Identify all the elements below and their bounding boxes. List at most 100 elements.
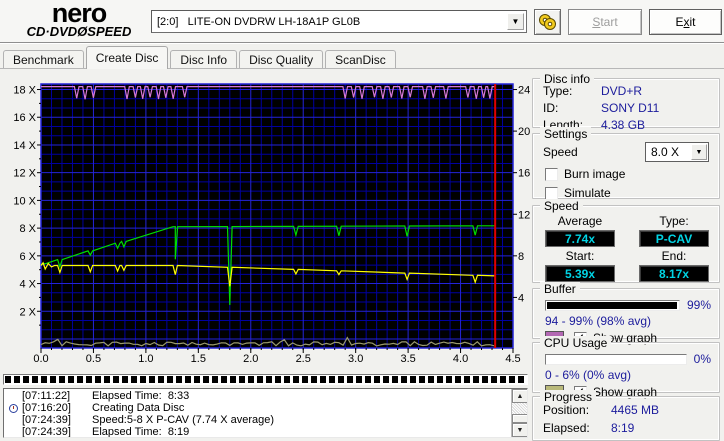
disc-info-group: Disc info Type: DVD+R ID: SONY D11 Lengt… — [532, 72, 720, 132]
svg-text:4: 4 — [518, 292, 524, 304]
svg-text:18 X: 18 X — [13, 85, 36, 97]
start-speed-label: Start: — [565, 249, 595, 263]
buffer-group: Buffer 99% 94 - 99% (98% avg) ✓ Show gra… — [532, 282, 720, 345]
cpu-range-text: 0 - 6% (0% avg) — [545, 368, 632, 382]
tab-create-disc[interactable]: Create Disc — [85, 46, 169, 69]
position-value: 4465 MB — [611, 403, 660, 417]
buffer-bar-row: 99% — [545, 298, 711, 312]
progress-group: Progress Position: 4465 MB Elapsed: 8:19 — [532, 390, 720, 441]
position-row: Position: 4465 MB — [543, 403, 719, 417]
scroll-up-icon[interactable]: ▲ — [512, 389, 527, 403]
simulate-label: Simulate — [564, 186, 611, 200]
svg-text:1.5: 1.5 — [191, 353, 206, 365]
speed-type-value: P-CAV — [639, 230, 709, 247]
average-speed-value: 7.74x — [545, 230, 615, 247]
speed-select-dropdown[interactable]: 8.0 X ▼ — [645, 142, 709, 162]
start-button[interactable]: Start — [568, 9, 642, 35]
cpu-progressbar — [545, 353, 687, 365]
exit-button[interactable]: Ex it — [649, 9, 722, 35]
svg-text:8: 8 — [518, 251, 524, 263]
tab-disc-info[interactable]: Disc Info — [170, 50, 238, 69]
settings-title: Settings — [540, 127, 592, 141]
svg-text:20: 20 — [518, 126, 530, 138]
tab-scandisc[interactable]: ScanDisc — [325, 50, 396, 69]
log-message: Elapsed Time: 8:19 — [92, 426, 190, 438]
end-speed-label: End: — [661, 249, 687, 263]
log-message: Creating Data Disc — [92, 402, 185, 414]
scrollbar-thumb[interactable] — [512, 414, 527, 423]
svg-text:3.5: 3.5 — [400, 353, 415, 365]
nero-cd-dvd-speed-window: { "header": { "logo_line1": "nero", "log… — [0, 0, 724, 441]
end-speed-value: 8.17x — [639, 265, 709, 282]
cpu-bar-row: 0% — [545, 352, 711, 366]
tab-benchmark[interactable]: Benchmark — [3, 50, 84, 69]
disc-type-label: Type: — [543, 84, 573, 98]
svg-text:16 X: 16 X — [13, 112, 36, 124]
log-scrollbar[interactable]: ▲ ▼ — [511, 389, 527, 437]
buffer-range-text: 94 - 99% (98% avg) — [545, 314, 652, 328]
chevron-down-icon[interactable]: ▼ — [507, 13, 524, 30]
speed-type-label: Type: — [659, 214, 689, 228]
logo-nero-text: nero — [51, 0, 108, 28]
disc-options-button[interactable] — [534, 9, 561, 35]
speed-values-grid: Average Type: 7.74x P-CAV Start: End: 5.… — [533, 206, 719, 282]
elapsed-label: Elapsed: — [543, 421, 590, 435]
log-row[interactable]: [07:24:39] Elapsed Time: 8:19 — [5, 426, 510, 438]
svg-text:10 X: 10 X — [13, 195, 36, 207]
svg-text:3.0: 3.0 — [348, 353, 363, 365]
create-disc-chart: 2 X 4 X 6 X 8 X 10 X 12 X 14 X 16 X 18 X 4 8 12 16 20… — [0, 70, 530, 372]
svg-text:24: 24 — [518, 85, 530, 97]
log-icon-slot — [5, 403, 22, 413]
svg-text:16: 16 — [518, 168, 530, 180]
speed-setting-label: Speed — [543, 145, 578, 159]
header: nero CD·DVDØSPEED [2:0] LITE-ON DVDRW LH… — [0, 0, 724, 42]
burn-image-row: ✓ Burn image — [545, 167, 719, 181]
svg-text:12: 12 — [518, 209, 530, 221]
cpu-percent: 0% — [693, 352, 711, 366]
log-timestamp: [07:16:20] — [22, 402, 71, 414]
status-log-listbox[interactable]: [07:11:22] Elapsed Time: 8:33 [07:16:20] Cr… — [3, 388, 528, 438]
settings-group: Settings Speed 8.0 X ▼ ✓ Burn image ✓ Si… — [532, 127, 720, 200]
speed-setting-row: Speed 8.0 X ▼ — [543, 142, 709, 162]
svg-text:4.5: 4.5 — [505, 353, 520, 365]
speed-chart-plot: 2 X 4 X 6 X 8 X 10 X 12 X 14 X 16 X 18 X 4 8 12 16 20… — [13, 83, 530, 365]
burn-image-label: Burn image — [564, 167, 626, 181]
svg-text:4.0: 4.0 — [453, 353, 468, 365]
disc-id-label: ID: — [543, 101, 559, 115]
logo-subtitle: CD·DVDØSPEED — [26, 24, 132, 39]
svg-text:12 X: 12 X — [13, 168, 36, 180]
simulate-row: ✓ Simulate — [545, 186, 719, 200]
drive-select-dropdown[interactable]: [2:0] LITE-ON DVDRW LH-18A1P GL0B ▼ — [151, 10, 527, 33]
disc-icon: Ø — [77, 24, 88, 39]
log-row[interactable]: [07:24:39] Speed:5-8 X P-CAV (7.74 X aver… — [5, 414, 510, 426]
svg-text:2.5: 2.5 — [296, 353, 311, 365]
buffer-title: Buffer — [540, 282, 580, 296]
svg-text:0.5: 0.5 — [86, 353, 101, 365]
elapsed-row: Elapsed: 8:19 — [543, 421, 719, 435]
speed-group-title: Speed — [540, 199, 583, 213]
average-speed-label: Average — [557, 214, 603, 228]
disc-length-value: 4.38 GB — [601, 118, 646, 132]
disc-info-title: Disc info — [540, 72, 595, 86]
log-timestamp: [07:24:39] — [22, 414, 71, 426]
discs-icon — [539, 14, 556, 30]
scroll-down-icon[interactable]: ▼ — [512, 423, 527, 437]
tab-disc-quality[interactable]: Disc Quality — [239, 50, 324, 69]
log-row[interactable]: [07:16:20] Creating Data Disc — [5, 402, 510, 414]
log-row[interactable]: [07:11:22] Elapsed Time: 8:33 — [5, 390, 510, 402]
svg-text:4 X: 4 X — [19, 279, 36, 291]
disc-type-row: Type: DVD+R — [543, 84, 719, 98]
burn-image-checkbox[interactable]: ✓ — [545, 167, 558, 181]
svg-text:2.0: 2.0 — [243, 353, 258, 365]
chevron-down-icon[interactable]: ▼ — [691, 144, 707, 160]
cpu-title: CPU Usage — [540, 336, 612, 350]
overall-progress-bar — [3, 374, 528, 385]
log-timestamp: [07:24:39] — [22, 426, 71, 438]
cpu-usage-group: CPU Usage 0% 0 - 6% (0% avg) ✓ Show grap… — [532, 336, 720, 399]
svg-text:2 X: 2 X — [19, 306, 36, 318]
simulate-checkbox[interactable]: ✓ — [545, 186, 558, 200]
svg-text:8 X: 8 X — [19, 223, 36, 235]
buffer-progressbar — [545, 299, 680, 311]
log-message: Speed:5-8 X P-CAV (7.74 X average) — [92, 414, 275, 426]
svg-text:14 X: 14 X — [13, 140, 36, 152]
